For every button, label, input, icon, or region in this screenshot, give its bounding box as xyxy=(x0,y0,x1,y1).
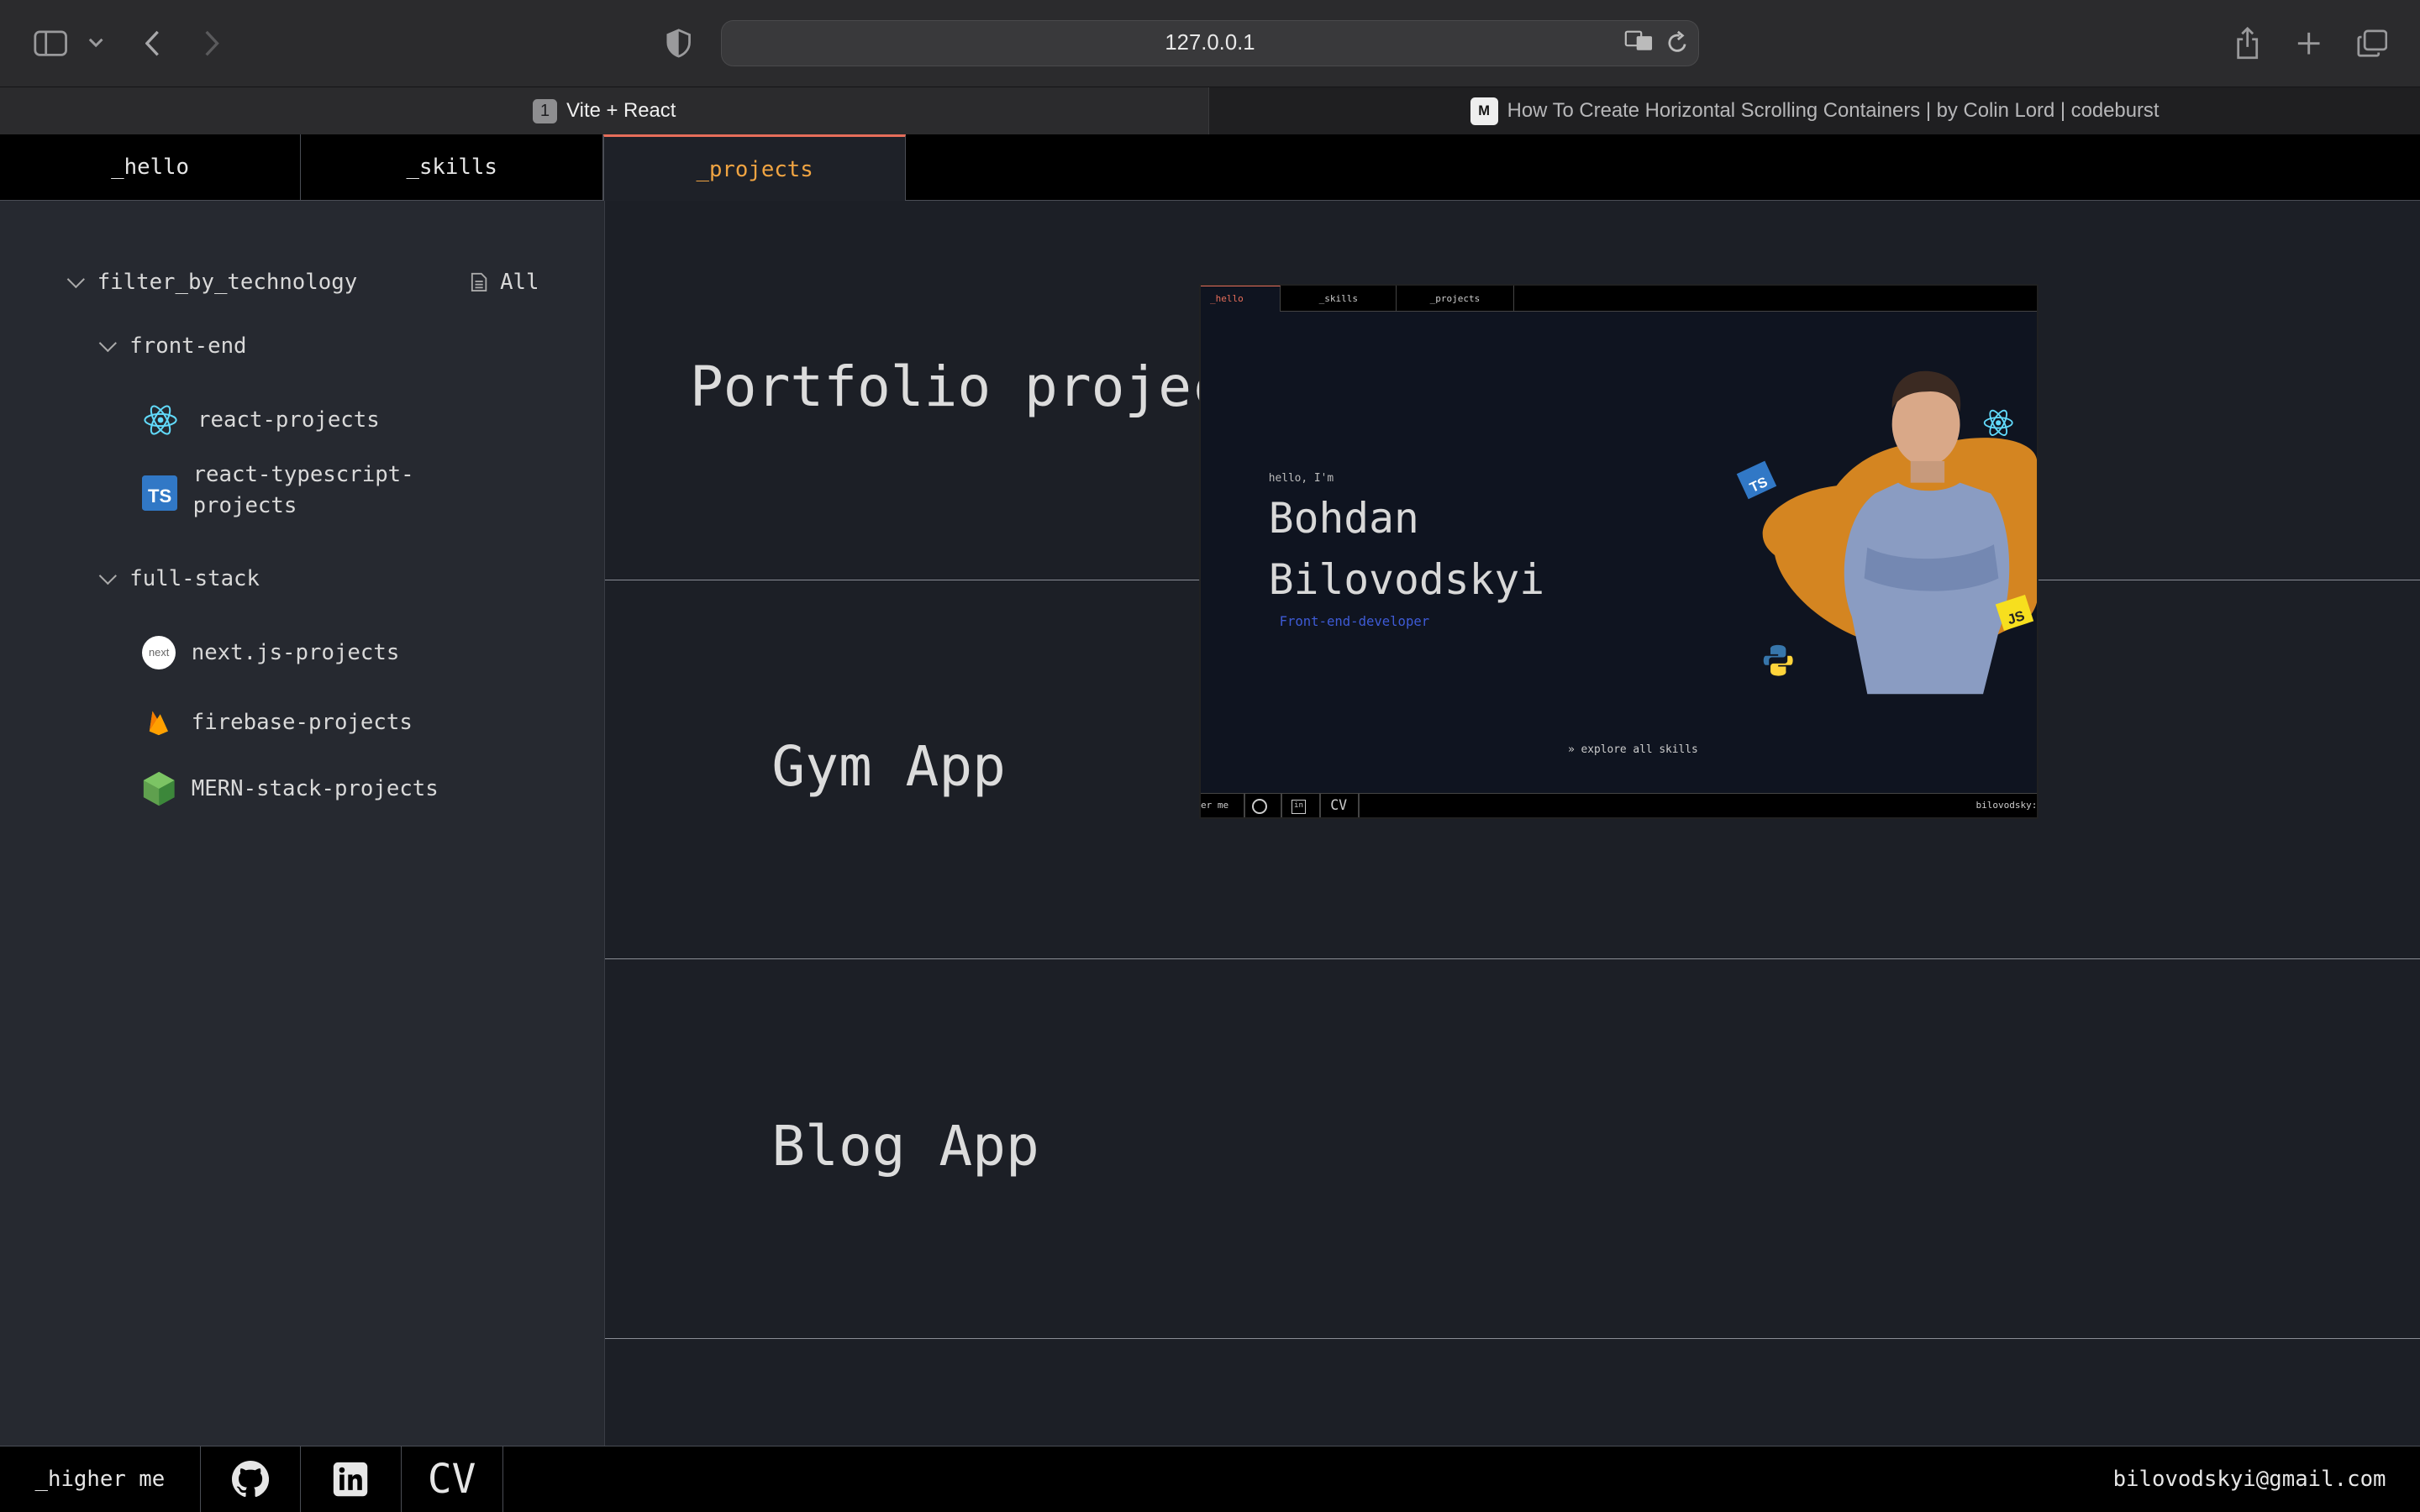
sidebar-item-react-typescript-projects[interactable]: TS react-typescript- projects xyxy=(141,459,414,521)
tab-overview-icon[interactable] xyxy=(2352,24,2392,61)
site-footer: _higher me CV bilovodskyi@gmail.com xyxy=(0,1445,2420,1512)
preview-last-name: Bilovodskyi xyxy=(1268,555,1545,605)
reload-icon[interactable] xyxy=(1667,30,1689,60)
tab-hello[interactable]: _hello xyxy=(0,134,302,201)
project-card-blog[interactable]: Blog App xyxy=(604,959,2420,1340)
preview-footer-hire: er me xyxy=(1200,800,1229,811)
sidebar-item-label-line2: projects xyxy=(192,493,297,519)
browser-tab-strip: 1 Vite + React M How To Create Horizonta… xyxy=(0,86,2420,135)
sidebar-item-label: firebase-projects xyxy=(191,709,413,735)
sidebar-item-label-line1: react-typescript- xyxy=(192,462,414,488)
filter-sidebar: filter_by_technology All front-end react… xyxy=(0,200,605,1446)
project-title: Blog App xyxy=(771,1114,1039,1179)
new-tab-icon[interactable] xyxy=(2291,24,2328,61)
project-title: Gym App xyxy=(771,734,1006,800)
react-badge-icon xyxy=(1984,409,2013,436)
preview-footer-cv: CV xyxy=(1330,796,1348,813)
github-link[interactable] xyxy=(201,1446,302,1512)
preview-first-name: Bohdan xyxy=(1268,493,1419,543)
browser-tab-title: Vite + React xyxy=(566,99,676,123)
chevron-down-icon xyxy=(99,567,117,585)
tab-number-badge: 1 xyxy=(532,98,558,123)
typescript-icon: TS xyxy=(141,475,178,511)
group-label: full-stack xyxy=(129,566,260,592)
nextjs-icon: next xyxy=(141,635,176,670)
preview-greeting: hello, I'm xyxy=(1268,472,1334,486)
hire-me-label: _higher me xyxy=(34,1467,166,1493)
linkedin-link[interactable] xyxy=(301,1446,402,1512)
preview-explore-link: » explore all skills xyxy=(1568,743,1698,756)
tab-skills[interactable]: _skills xyxy=(301,134,604,201)
hire-me-link[interactable]: _higher me xyxy=(0,1446,201,1512)
preview-tab-skills: _skills xyxy=(1281,285,1397,312)
preview-role: Front-end-developer xyxy=(1279,613,1430,629)
github-icon xyxy=(1251,798,1267,814)
address-bar[interactable]: 127.0.0.1 xyxy=(720,19,1700,66)
sidebar-toggle-icon[interactable] xyxy=(31,26,71,60)
group-front-end[interactable]: front-end xyxy=(99,333,247,359)
chevrons-down-icon: » xyxy=(1568,743,1581,757)
filter-title: filter_by_technology xyxy=(97,270,358,296)
group-full-stack[interactable]: full-stack xyxy=(99,566,260,592)
document-icon xyxy=(471,273,487,292)
linkedin-icon: in xyxy=(1292,800,1306,814)
browser-tab-title: How To Create Horizontal Scrolling Conta… xyxy=(1507,99,2160,123)
browser-toolbar: 127.0.0.1 xyxy=(0,0,2420,87)
footer-email[interactable]: bilovodskyi@gmail.com xyxy=(2113,1467,2386,1492)
filter-toggle[interactable]: filter_by_technology xyxy=(66,270,358,296)
chevron-down-icon xyxy=(99,333,117,352)
sidebar-item-label: next.js-projects xyxy=(191,639,400,665)
sidebar-item-firebase-projects[interactable]: firebase-projects xyxy=(142,704,413,741)
forward-icon[interactable] xyxy=(194,24,228,61)
preview-footer-email: bilovodsky: xyxy=(1975,800,2038,811)
filter-all-button[interactable]: All xyxy=(471,270,539,295)
preview-tab-hello: _hello xyxy=(1200,285,1281,312)
sidebar-item-mern-stack-projects[interactable]: MERN-stack-projects xyxy=(142,770,439,807)
site-nav: _hello _skills _projects xyxy=(0,134,2420,202)
cv-link[interactable]: CV xyxy=(402,1446,503,1512)
preview-explore-text: explore all skills xyxy=(1581,743,1698,757)
project-preview-image: _hello _skills _projects hello, I'm Bohd… xyxy=(1200,285,2038,818)
group-label: front-end xyxy=(129,333,247,359)
sidebar-item-label: react-projects xyxy=(197,407,380,433)
preview-nav: _hello _skills _projects xyxy=(1200,285,2038,312)
react-icon xyxy=(142,402,179,438)
browser-tab-medium[interactable]: M How To Create Horizontal Scrolling Con… xyxy=(1208,87,2420,135)
nodejs-icon xyxy=(142,770,176,807)
preview-footer: er me in CV bilovodsky: xyxy=(1200,793,2038,818)
privacy-shield-icon[interactable] xyxy=(664,26,695,60)
translate-icon[interactable] xyxy=(1624,29,1655,58)
tab-projects[interactable]: _projects xyxy=(603,134,907,202)
sidebar-item-label: MERN-stack-projects xyxy=(191,775,439,801)
cv-label: CV xyxy=(427,1456,476,1503)
chevron-down-icon xyxy=(66,270,85,289)
sidebar-item-react-projects[interactable]: react-projects xyxy=(142,402,380,438)
all-label: All xyxy=(500,270,539,296)
chevron-down-icon[interactable] xyxy=(85,31,107,55)
preview-tab-projects: _projects xyxy=(1397,285,1514,312)
firebase-icon xyxy=(142,704,176,741)
share-icon[interactable] xyxy=(2228,24,2265,64)
browser-tab-vite[interactable]: 1 Vite + React xyxy=(0,87,1209,135)
github-icon xyxy=(231,1461,269,1498)
python-badge-icon xyxy=(1763,644,1793,676)
medium-favicon-icon: M xyxy=(1470,97,1498,125)
back-icon[interactable] xyxy=(136,24,170,61)
url-text: 127.0.0.1 xyxy=(1165,30,1255,55)
linkedin-icon xyxy=(334,1462,368,1497)
sidebar-item-nextjs-projects[interactable]: next next.js-projects xyxy=(141,635,400,670)
